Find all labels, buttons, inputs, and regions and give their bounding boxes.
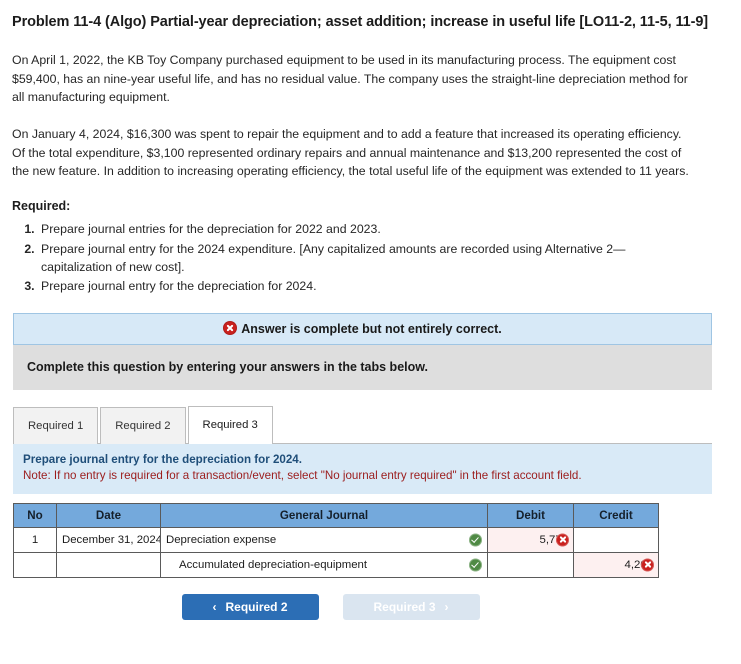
chevron-left-icon: ‹ [212, 599, 217, 614]
chevron-right-icon: › [444, 599, 449, 614]
column-header-no: No [13, 502, 57, 528]
tab-bar: Required 1 Required 2 Required 3 [13, 405, 712, 444]
cell-credit[interactable]: 4,200 [573, 551, 659, 578]
table-row: Accumulated depreciation-equipment 4,200 [13, 551, 659, 578]
tab-instruction-panel: Prepare journal entry for the depreciati… [13, 443, 712, 494]
check-circle-icon [469, 533, 482, 547]
column-header-general-journal: General Journal [160, 502, 488, 528]
required-heading: Required: [12, 199, 71, 214]
error-x-icon [223, 320, 238, 335]
cell-account-label: Accumulated depreciation-equipment [179, 558, 368, 571]
problem-paragraph-1: On April 1, 2022, the KB Toy Company pur… [12, 53, 688, 105]
prev-button-label: Required 2 [225, 599, 288, 614]
list-item: Prepare journal entries for the deprecia… [38, 220, 693, 238]
cell-row-number [13, 551, 57, 578]
cell-debit[interactable] [487, 551, 574, 578]
cell-row-number: 1 [13, 526, 57, 553]
page-title: Problem 11-4 (Algo) Partial-year depreci… [12, 14, 709, 30]
next-required-3-button: Required 3 › [342, 593, 480, 620]
status-banner-text: Answer is complete but not entirely corr… [241, 321, 502, 336]
problem-paragraph-2: On January 4, 2024, $16,300 was spent to… [12, 127, 689, 179]
tab-navigation: ‹ Required 2 Required 3 › [0, 593, 741, 620]
cell-date[interactable] [56, 551, 161, 578]
requirements-list: Prepare journal entries for the deprecia… [12, 220, 693, 296]
tab-instruction-line-1: Prepare journal entry for the depreciati… [23, 452, 302, 466]
error-x-icon [641, 558, 654, 572]
prev-required-2-button[interactable]: ‹ Required 2 [181, 593, 319, 620]
list-item: Prepare journal entry for the 2024 expen… [38, 240, 693, 277]
cell-debit[interactable]: 5,775 [487, 526, 574, 553]
tab-required-2[interactable]: Required 2 [100, 406, 186, 444]
complete-question-panel: Complete this question by entering your … [13, 344, 712, 390]
journal-entry-table: No Date General Journal Debit Credit 1 D… [13, 502, 659, 578]
error-x-icon [556, 533, 569, 547]
tab-required-3[interactable]: Required 3 [187, 405, 273, 444]
list-item: Prepare journal entry for the depreciati… [38, 277, 693, 295]
cell-account-label: Depreciation expense [166, 533, 277, 546]
problem-page: Problem 11-4 (Algo) Partial-year depreci… [0, 12, 741, 664]
tab-instruction-note: Note: If no entry is required for a tran… [23, 469, 582, 483]
tab-required-1[interactable]: Required 1 [13, 406, 99, 444]
column-header-debit: Debit [487, 502, 574, 528]
column-header-credit: Credit [573, 502, 659, 528]
cell-credit[interactable] [573, 526, 659, 553]
cell-account[interactable]: Accumulated depreciation-equipment [160, 551, 488, 578]
table-row: 1 December 31, 2024 Depreciation expense… [13, 526, 659, 553]
next-button-label: Required 3 [373, 599, 436, 614]
cell-date[interactable]: December 31, 2024 [56, 526, 161, 553]
table-header-row: No Date General Journal Debit Credit [13, 502, 659, 528]
check-circle-icon [469, 558, 482, 572]
column-header-date: Date [56, 502, 161, 528]
cell-account[interactable]: Depreciation expense [160, 526, 488, 553]
journal-table-container: No Date General Journal Debit Credit 1 D… [13, 502, 741, 578]
status-banner: Answer is complete but not entirely corr… [13, 312, 712, 345]
